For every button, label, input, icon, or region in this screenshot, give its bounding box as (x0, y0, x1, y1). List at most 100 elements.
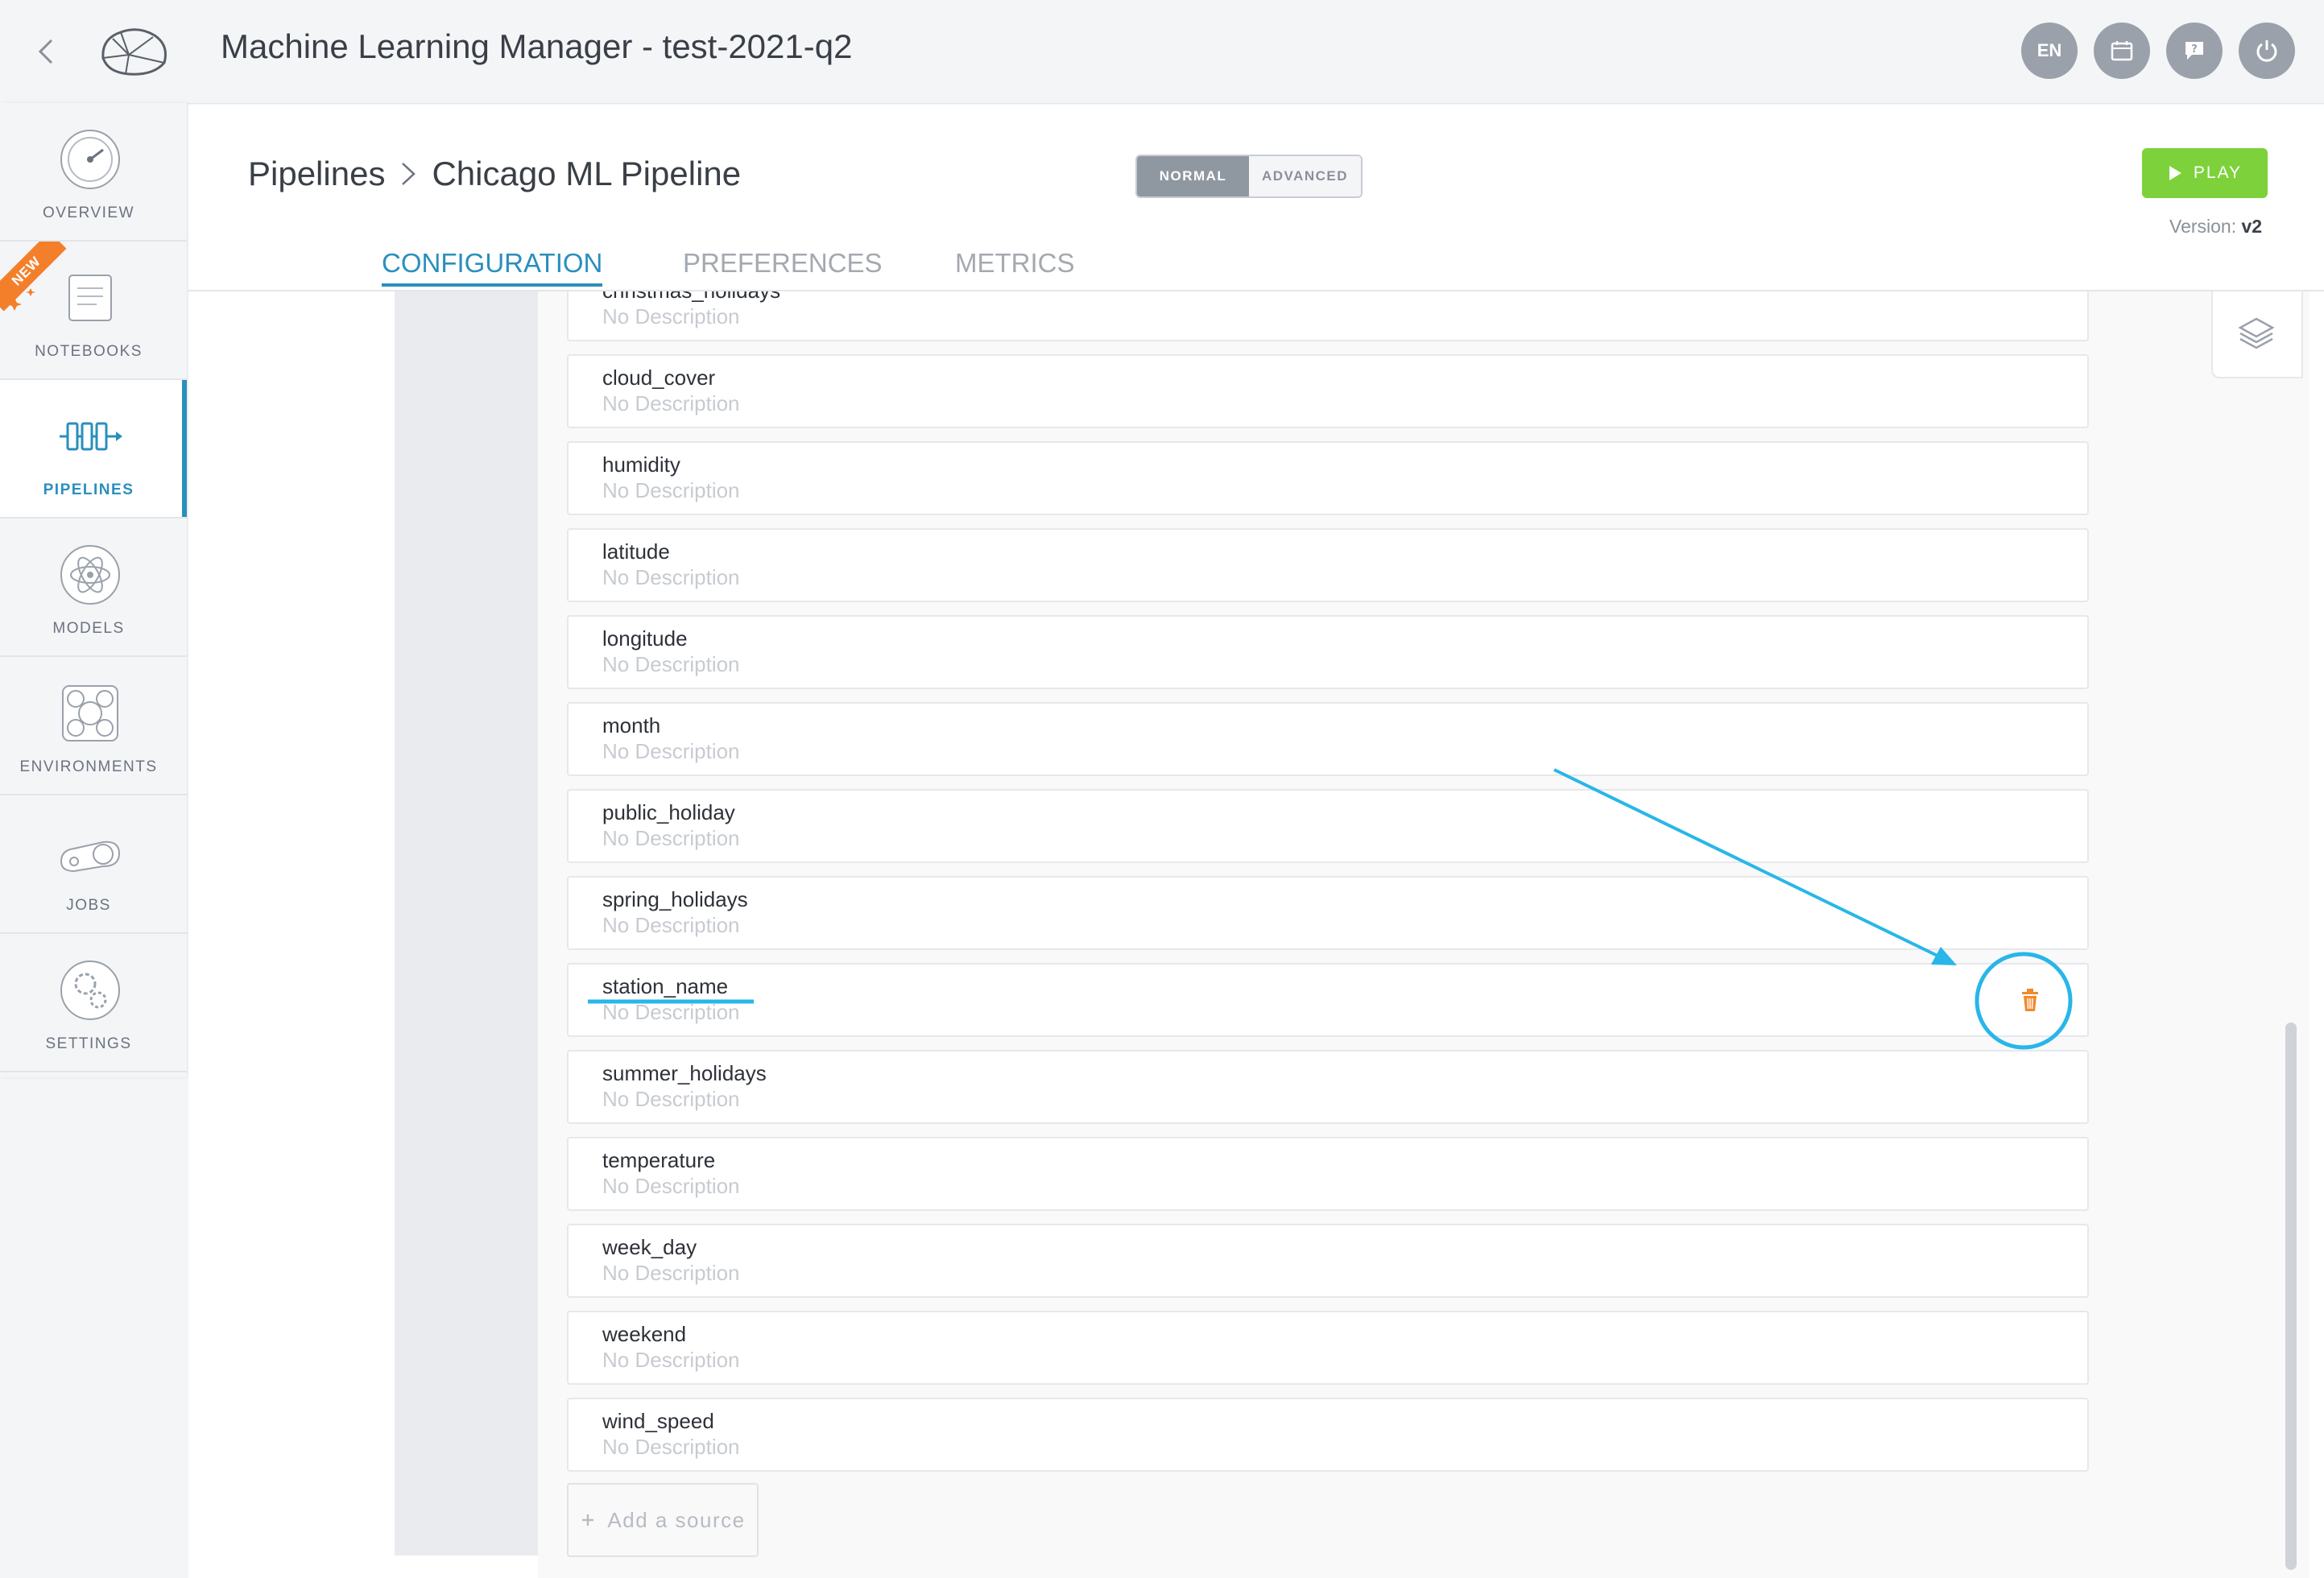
source-description: No Description (602, 1000, 740, 1024)
page-header: Pipelines Chicago ML Pipeline NORMAL ADV… (188, 105, 2324, 290)
sidebar: OVERVIEW NEW NOTEBOOKS PIPELINES MODELS … (0, 103, 187, 1077)
list-item[interactable]: cloud_cover No Description (567, 354, 2089, 428)
pipeline-icon (60, 422, 122, 451)
list-item[interactable]: public_holiday No Description (567, 789, 2089, 863)
trash-icon[interactable] (2018, 987, 2042, 1013)
dashboard-gauge-icon (60, 130, 120, 189)
app-title: Machine Learning Manager - test-2021-q2 (221, 27, 853, 65)
logout-button[interactable] (2239, 23, 2295, 79)
source-description: No Description (602, 478, 740, 502)
sidebar-item-label: SETTINGS (45, 1035, 132, 1052)
list-item[interactable]: week_day No Description (567, 1224, 2089, 1298)
breadcrumb-current: Chicago ML Pipeline (432, 155, 742, 192)
version-value: v2 (2241, 216, 2263, 237)
list-item[interactable]: latitude No Description (567, 528, 2089, 602)
mode-normal-button[interactable]: NORMAL (1137, 156, 1249, 196)
source-description: No Description (602, 1087, 740, 1111)
scrollbar-thumb[interactable] (2285, 1022, 2297, 1570)
sidebar-item-pipelines[interactable]: PIPELINES (0, 380, 187, 518)
play-button[interactable]: PLAY (2142, 148, 2268, 198)
layers-icon (2238, 317, 2275, 349)
tab-preferences[interactable]: PREFERENCES (683, 248, 883, 283)
layers-button[interactable] (2211, 291, 2303, 378)
list-item[interactable]: summer_holidays No Description (567, 1050, 2089, 1124)
sources-list: christmas_holidays No Description cloud_… (567, 291, 2089, 1578)
list-item-hovered[interactable]: station_name No Description (567, 963, 2089, 1037)
sidebar-item-label: OVERVIEW (42, 204, 135, 221)
source-description: No Description (602, 304, 740, 328)
source-name: longitude (602, 626, 688, 651)
tab-configuration[interactable]: CONFIGURATION (382, 248, 603, 287)
sidebar-item-notebooks[interactable]: NEW NOTEBOOKS (0, 242, 187, 380)
source-description: No Description (602, 913, 740, 937)
source-name: christmas_holidays (602, 291, 780, 304)
list-item[interactable]: humidity No Description (567, 441, 2089, 515)
sparkle-icon (7, 288, 35, 311)
list-item[interactable]: weekend No Description (567, 1311, 2089, 1385)
calendar-icon (2111, 41, 2133, 61)
list-item[interactable]: temperature No Description (567, 1137, 2089, 1211)
notebook-icon (68, 275, 112, 321)
source-description: No Description (602, 1261, 740, 1285)
back-chevron-icon[interactable] (32, 35, 61, 68)
mode-advanced-button[interactable]: ADVANCED (1249, 156, 1361, 196)
tab-metrics[interactable]: METRICS (955, 248, 1075, 283)
source-name: week_day (602, 1235, 697, 1259)
list-item[interactable]: wind_speed No Description (567, 1398, 2089, 1472)
plus-icon (582, 1514, 594, 1526)
help-chat-button[interactable]: ? (2166, 23, 2223, 79)
sidebar-item-models[interactable]: MODELS (0, 518, 187, 657)
sidebar-item-jobs[interactable]: JOBS (0, 795, 187, 934)
add-source-label: Add a source (607, 1507, 746, 1532)
pipeline-step-column (395, 291, 538, 1555)
source-name: latitude (602, 539, 670, 564)
breadcrumb-pipelines-link[interactable]: Pipelines (248, 155, 385, 193)
source-name: temperature (602, 1148, 716, 1172)
top-bar: Machine Learning Manager - test-2021-q2 … (0, 0, 2324, 104)
sidebar-item-label: MODELS (52, 620, 125, 637)
list-item[interactable]: christmas_holidays No Description (567, 291, 2089, 341)
play-icon (2169, 166, 2181, 180)
calendar-button[interactable] (2094, 23, 2150, 79)
version-label: Version: (2169, 216, 2237, 237)
source-name: wind_speed (602, 1409, 714, 1433)
gears-icon (60, 960, 120, 1020)
version-info: Version: v2 (2169, 216, 2262, 238)
source-name: month (602, 713, 661, 737)
list-item[interactable]: longitude No Description (567, 615, 2089, 689)
source-description: No Description (602, 1348, 740, 1372)
source-description: No Description (602, 1174, 740, 1198)
main-panel: Pipelines Chicago ML Pipeline NORMAL ADV… (188, 105, 2324, 1578)
help-chat-icon: ? (2185, 42, 2203, 60)
language-label: EN (2037, 40, 2062, 60)
svg-text:?: ? (2191, 43, 2198, 56)
atom-icon (60, 545, 120, 605)
source-description: No Description (602, 739, 740, 763)
sidebar-item-label: PIPELINES (43, 481, 134, 498)
source-name: humidity (602, 452, 680, 477)
app-logo-icon (101, 28, 167, 76)
source-name: cloud_cover (602, 366, 716, 390)
source-description: No Description (602, 652, 740, 676)
add-source-button[interactable]: Add a source (567, 1483, 759, 1557)
breadcrumb-chevron-icon (402, 163, 416, 185)
sidebar-item-settings[interactable]: SETTINGS (0, 934, 187, 1072)
source-name: weekend (602, 1322, 687, 1346)
breadcrumb: Pipelines Chicago ML Pipeline (248, 155, 741, 193)
sidebar-item-environments[interactable]: ENVIRONMENTS (0, 657, 187, 795)
list-item[interactable]: spring_holidays No Description (567, 876, 2089, 950)
source-name: spring_holidays (602, 887, 748, 911)
source-name: public_holiday (602, 800, 735, 824)
list-item[interactable]: month No Description (567, 702, 2089, 776)
sidebar-item-overview[interactable]: OVERVIEW (0, 103, 187, 242)
source-name: station_name (602, 974, 729, 998)
source-description: No Description (602, 1435, 740, 1459)
source-description: No Description (602, 565, 740, 589)
environment-icon (62, 685, 118, 741)
power-icon (2256, 40, 2277, 62)
mode-toggle: NORMAL ADVANCED (1135, 155, 1363, 198)
sidebar-item-label: JOBS (66, 897, 111, 914)
source-description: No Description (602, 391, 740, 415)
play-label: PLAY (2193, 163, 2243, 182)
language-button[interactable]: EN (2021, 23, 2078, 79)
